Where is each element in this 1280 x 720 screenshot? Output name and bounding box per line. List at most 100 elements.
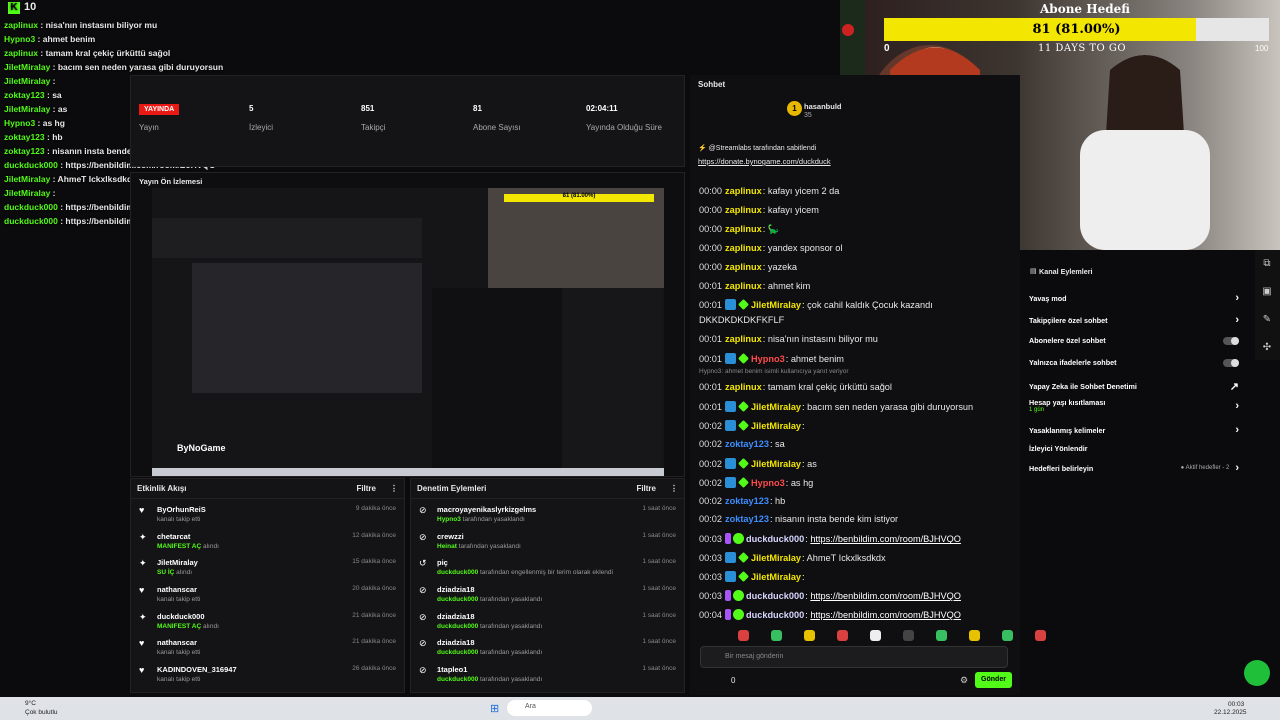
chat-link[interactable]: https://benbildim.com/room/BJHVQO — [810, 610, 961, 620]
emote-icon[interactable] — [870, 630, 881, 641]
chat-message[interactable]: 00:01 zaplinux: nisa'nın instasını biliyo… — [699, 334, 878, 344]
chat-message[interactable]: 00:01 Hypno3: ahmet benim — [699, 353, 844, 365]
chat-message[interactable]: 00:02 JiletMiralay: — [699, 419, 805, 431]
chat-message[interactable]: 00:01 JiletMiralay: çok cahil kaldık Çocu… — [699, 299, 933, 311]
event-row[interactable]: ♥ ByOrhunReiS kanalı takip etti 9 dakika ön… — [131, 505, 404, 532]
chat-message[interactable]: 00:03 duckduck000: https://benbildim.com/… — [699, 590, 961, 601]
emote-icon[interactable] — [969, 630, 980, 641]
chat-username[interactable]: duckduck000 — [746, 534, 804, 544]
event-row[interactable]: ⊘ macroyayenikaslyrkizgelms Hypno3 tarafın… — [411, 505, 684, 532]
channel-action[interactable]: Yapay Zeka ile Sohbet Denetimi ↗ — [1029, 380, 1239, 393]
chat-message[interactable]: 00:00 zaplinux: kafayı yicem — [699, 205, 819, 215]
emote-icon[interactable] — [936, 630, 947, 641]
wrench-icon[interactable]: ✎ — [1260, 314, 1274, 328]
chat-username[interactable]: zaplinux — [725, 205, 762, 215]
chat-username[interactable]: Hypno3 — [751, 478, 785, 488]
event-row[interactable]: ⊘ 1tapleo1 duckduck000 tarafından yasaklan… — [411, 665, 684, 692]
chat-link[interactable]: https://benbildim.com/room/BJHVQO — [810, 534, 961, 544]
chat-message[interactable]: 00:03 JiletMiralay: AhmeT Ickxlksdkdx — [699, 552, 886, 564]
channel-action[interactable]: İzleyici Yönlendir — [1029, 444, 1239, 453]
event-row[interactable]: ⊘ dziadzia18 duckduck000 tarafından yasakl… — [411, 585, 684, 612]
event-row[interactable]: ♥ nathanscar kanalı takip etti 20 dakika ön… — [131, 585, 404, 612]
chat-username[interactable]: zaplinux — [725, 262, 762, 272]
cog-icon[interactable]: ✣ — [1260, 342, 1274, 356]
pinned-message[interactable]: ⚡ @Streamlabs tarafından sabitlendi — [698, 144, 816, 152]
emote-icon[interactable] — [837, 630, 848, 641]
chat-message[interactable]: 00:02 JiletMiralay: as — [699, 457, 817, 469]
channel-action[interactable]: Hedefleri belirleyin ● Aktif hedefler - 2… — [1029, 462, 1239, 474]
chat-username[interactable]: zaplinux — [725, 334, 762, 344]
chat-username[interactable]: duckduck000 — [746, 591, 804, 601]
rail-icon[interactable]: ▣ — [1260, 286, 1274, 300]
chat-username[interactable]: zaplinux — [725, 243, 762, 253]
start-icon[interactable]: ⊞ — [490, 702, 499, 715]
event-row[interactable]: ⊘ dziadzia18 duckduck000 tarafından yasakl… — [411, 612, 684, 639]
chat-message[interactable]: DKKDKDKDKFKFLF — [699, 315, 784, 325]
chat-message-input[interactable]: Bir mesaj gönderin — [700, 646, 1008, 668]
chat-message[interactable]: 00:02 zoktay123: nisanın insta bende kim … — [699, 514, 898, 524]
moderation-filter-button[interactable]: Filtre — [636, 484, 656, 493]
send-button[interactable]: Gönder — [975, 672, 1012, 688]
chat-username[interactable]: Hypno3 — [751, 354, 785, 364]
more-icon[interactable]: ⋮ — [670, 484, 678, 493]
chat-message[interactable]: 00:02 Hypno3: as hg — [699, 476, 813, 488]
chat-message[interactable]: 00:00 zaplinux: 🦕 — [699, 224, 779, 235]
chat-username[interactable]: zoktay123 — [725, 514, 769, 524]
channel-action[interactable]: Hesap yaşı kısıtlaması 1 gün › — [1029, 398, 1239, 413]
event-row[interactable]: ⊘ crewzzi Heinat tarafından yasaklandı 1 sa… — [411, 532, 684, 559]
chat-username[interactable]: JiletMiralay — [751, 402, 801, 412]
event-row[interactable]: ✦ JiletMiralay SU İÇ alındı 15 dakika önce — [131, 558, 404, 585]
channel-action[interactable]: Yavaş mod › — [1029, 292, 1239, 304]
chat-message[interactable]: 00:00 zaplinux: yandex sponsor ol — [699, 243, 842, 253]
chat-message[interactable]: 00:03 duckduck000: https://benbildim.com/… — [699, 533, 961, 545]
channel-action[interactable]: Takipçilere özel sohbet › — [1029, 314, 1239, 326]
chat-message[interactable]: 00:04 duckduck000: https://benbildim.com/… — [699, 608, 961, 620]
settings-icon[interactable]: ⚙ — [960, 675, 968, 686]
event-row[interactable]: ♥ nathanscar kanalı takip etti 21 dakika ön… — [131, 638, 404, 665]
emote-icon[interactable] — [771, 630, 782, 641]
chat-message[interactable]: 00:01 zaplinux: ahmet kim — [699, 281, 810, 291]
chat-username[interactable]: zaplinux — [725, 281, 762, 291]
channel-action[interactable]: Yalnızca ifadelerle sohbet — [1029, 358, 1239, 367]
chat-message[interactable]: 00:01 zaplinux: tamam kral çekiç ürküttü … — [699, 382, 892, 392]
chat-username[interactable]: JiletMiralay — [751, 421, 801, 431]
more-icon[interactable]: ⋮ — [390, 484, 398, 493]
top-gifter-name[interactable]: hasanbuld — [804, 102, 842, 111]
taskbar-search[interactable]: Ara — [507, 700, 592, 716]
chat-message[interactable]: 00:00 zaplinux: yazeka — [699, 262, 797, 272]
event-row[interactable]: ✦ chetarcat MANIFEST AÇ alındı 12 dakika ön… — [131, 532, 404, 559]
channel-action[interactable]: Yasaklanmış kelimeler › — [1029, 424, 1239, 436]
channel-action[interactable]: Abonelere özel sohbet — [1029, 336, 1239, 345]
event-row[interactable]: ✦ duckduck000 MANIFEST AÇ alındı 21 dakika … — [131, 612, 404, 639]
chat-link[interactable]: https://benbildim.com/room/BJHVQO — [810, 591, 961, 601]
chat-message[interactable]: 00:01 JiletMiralay: bacım sen neden yaras… — [699, 401, 973, 412]
chat-message[interactable]: 00:03 JiletMiralay: — [699, 571, 805, 583]
chat-username[interactable]: zoktay123 — [725, 439, 769, 449]
chat-username[interactable]: zaplinux — [725, 224, 762, 234]
pinned-link[interactable]: https://donate.bynogame.com/duckduck — [698, 157, 831, 166]
chat-username[interactable]: zaplinux — [725, 186, 762, 196]
chat-username[interactable]: JiletMiralay — [751, 553, 801, 563]
chat-username[interactable]: JiletMiralay — [751, 459, 801, 469]
emote-icon[interactable] — [1035, 630, 1046, 641]
chat-message[interactable]: 00:02 zoktay123: hb — [699, 496, 785, 506]
toggle-switch[interactable] — [1223, 358, 1239, 367]
emote-icon[interactable] — [804, 630, 815, 641]
chat-username[interactable]: duckduck000 — [746, 610, 804, 620]
emote-icon[interactable] — [903, 630, 914, 641]
chat-username[interactable]: zaplinux — [725, 382, 762, 392]
chat-username[interactable]: JiletMiralay — [751, 300, 801, 310]
rail-icon[interactable]: ⧉ — [1260, 258, 1274, 272]
chat-username[interactable]: zoktay123 — [725, 496, 769, 506]
help-button[interactable] — [1244, 660, 1270, 686]
emote-icon[interactable] — [738, 630, 749, 641]
event-row[interactable]: ♥ KADINDOVEN_316947 kanalı takip etti 26 da… — [131, 665, 404, 692]
event-row[interactable]: ↺ piç duckduck000 tarafından engellenmiş b… — [411, 558, 684, 585]
event-row[interactable]: ⊘ dziadzia18 duckduck000 tarafından yasakl… — [411, 638, 684, 665]
emote-icon[interactable] — [1002, 630, 1013, 641]
chat-message[interactable]: 00:00 zaplinux: kafayı yicem 2 da — [699, 186, 839, 196]
chat-message[interactable]: 00:02 zoktay123: sa — [699, 439, 785, 449]
toggle-switch[interactable] — [1223, 336, 1239, 345]
activity-filter-button[interactable]: Filtre — [356, 484, 376, 493]
chat-username[interactable]: JiletMiralay — [751, 572, 801, 582]
